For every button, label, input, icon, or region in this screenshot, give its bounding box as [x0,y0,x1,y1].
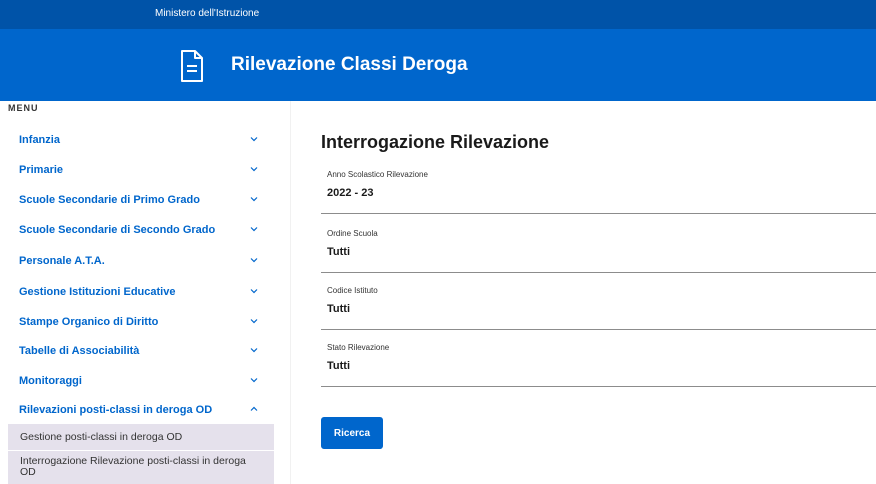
content-divider [290,101,291,484]
app-header: Rilevazione Classi Deroga [0,29,876,101]
sidebar-item-monitoraggi[interactable]: Monitoraggi [0,366,290,396]
sidebar-item-personale-ata[interactable]: Personale A.T.A. [0,246,290,276]
submenu-item-gestione[interactable]: Gestione posti-classi in deroga OD [8,431,274,443]
stato-rilevazione-field[interactable]: Stato Rilevazione Tutti [321,343,876,387]
chevron-down-icon [250,258,258,263]
sidebar-item-label: Primarie [19,164,64,176]
sidebar-item-label: Stampe Organico di Diritto [19,316,159,328]
field-label: Anno Scolastico Rilevazione [327,170,428,179]
chevron-down-icon [250,378,258,383]
chevron-down-icon [250,137,258,142]
submenu-item-interrogazione[interactable]: Interrogazione Rilevazione posti-classi … [8,456,258,478]
sidebar-item-label: Gestione Istituzioni Educative [19,286,176,298]
sidebar-item-label: Rilevazioni posti-classi in deroga OD [19,404,213,416]
chevron-down-icon [250,197,258,202]
chevron-down-icon [250,319,258,324]
sidebar-item-label: Monitoraggi [19,375,82,387]
sidebar-item-label: Scuole Secondarie di Primo Grado [19,194,200,206]
ministry-topbar: Ministero dell'Istruzione [0,0,876,29]
sidebar-item-secondarie-secondo-grado[interactable]: Scuole Secondarie di Secondo Grado [0,215,290,245]
codice-istituto-field[interactable]: Codice Istituto Tutti [321,286,876,330]
chevron-down-icon [250,167,258,172]
sidebar-item-stampe-organico[interactable]: Stampe Organico di Diritto [0,307,290,337]
submenu-divider [8,450,274,451]
field-value: Tutti [327,303,351,315]
field-label: Ordine Scuola [327,229,378,238]
sidebar-item-label: Scuole Secondarie di Secondo Grado [19,224,216,236]
ordine-scuola-field[interactable]: Ordine Scuola Tutti [321,229,876,273]
chevron-down-icon [250,348,258,353]
sidebar-item-label: Infanzia [19,134,60,146]
app-title[interactable]: Rilevazione Classi Deroga [231,54,468,76]
sidebar-item-primarie[interactable]: Primarie [0,155,290,185]
chevron-up-icon [250,406,258,411]
document-icon [181,50,203,82]
page-title: Interrogazione Rilevazione [321,132,550,152]
ricerca-button[interactable]: Ricerca [321,417,383,449]
anno-scolastico-field[interactable]: Anno Scolastico Rilevazione 2022 - 23 [321,170,876,214]
sidebar-item-label: Personale A.T.A. [19,255,105,267]
sidebar-item-istituzioni-educative[interactable]: Gestione Istituzioni Educative [0,277,290,307]
submenu-rilevazioni: Gestione posti-classi in deroga OD Inter… [8,424,274,484]
ministry-name[interactable]: Ministero dell'Istruzione [155,8,259,19]
menu-label: MENU [8,103,39,113]
field-label: Stato Rilevazione [327,343,390,352]
sidebar-item-secondarie-primo-grado[interactable]: Scuole Secondarie di Primo Grado [0,185,290,215]
sidebar-item-rilevazioni-deroga[interactable]: Rilevazioni posti-classi in deroga OD [0,395,290,425]
chevron-down-icon [250,289,258,294]
field-value: 2022 - 23 [327,187,374,199]
sidebar-menu: MENU Infanzia Primarie Scuole Secondarie… [0,101,290,484]
field-label: Codice Istituto [327,286,378,295]
field-value: Tutti [327,246,351,258]
sidebar-item-infanzia[interactable]: Infanzia [0,125,290,155]
chevron-down-icon [250,227,258,232]
field-value: Tutti [327,360,351,372]
sidebar-item-tabelle-associabilita[interactable]: Tabelle di Associabilità [0,336,290,366]
sidebar-item-label: Tabelle di Associabilità [19,345,140,357]
